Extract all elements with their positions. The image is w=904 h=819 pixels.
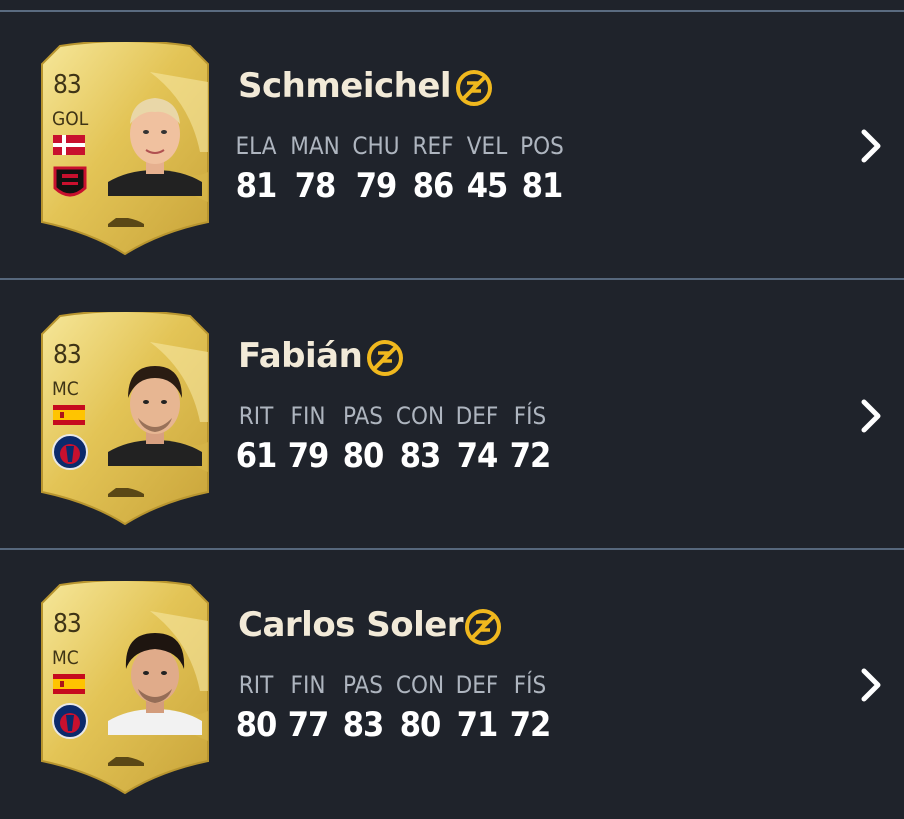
player-photo — [108, 633, 202, 735]
card-position: MC — [52, 378, 79, 400]
stat-label: DEF — [455, 402, 499, 430]
chevron-right-icon[interactable] — [856, 398, 886, 434]
stat-ela: ELA 81 — [228, 132, 284, 206]
stat-value: 83 — [342, 705, 385, 745]
stat-con: CON 83 — [392, 402, 448, 476]
stat-def: DEF 74 — [449, 402, 505, 476]
stat-value: 72 — [509, 705, 552, 745]
psg-crest-icon — [52, 434, 88, 470]
boot-icon — [108, 218, 144, 227]
card-position: MC — [52, 647, 79, 669]
stat-label: POS — [520, 132, 564, 160]
card-rating: 83 — [53, 340, 82, 370]
stat-rit: RIT 80 — [228, 671, 284, 745]
stat-con: CON 80 — [392, 671, 448, 745]
stat-value: 79 — [287, 436, 330, 476]
spain-flag-icon — [53, 405, 85, 425]
stat-value: 79 — [355, 166, 398, 206]
stat-pos: POS 81 — [514, 132, 570, 206]
stat-rit: RIT 61 — [228, 402, 284, 476]
stat-value: 72 — [509, 436, 552, 476]
stat-ref: REF 86 — [405, 132, 461, 206]
player-card: 83 MC — [40, 581, 210, 795]
spain-flag-icon — [53, 674, 85, 694]
player-photo — [108, 98, 202, 196]
stat-vel: VEL 45 — [459, 132, 515, 206]
boot-icon — [108, 757, 144, 766]
stat-label: VEL — [466, 132, 508, 160]
psg-crest-icon — [52, 703, 88, 739]
stat-value: 80 — [342, 436, 385, 476]
stat-label: CON — [395, 402, 445, 430]
stat-value: 71 — [456, 705, 499, 745]
stat-label: RIT — [238, 402, 274, 430]
row-divider — [0, 278, 904, 280]
stat-label: PAS — [343, 402, 383, 430]
stat-fin: FIN 77 — [280, 671, 336, 745]
chemistry-style-icon — [465, 609, 501, 645]
stat-value: 81 — [235, 166, 278, 206]
player-name: Schmeichel — [238, 66, 452, 106]
stat-value: 45 — [466, 166, 509, 206]
row-divider — [0, 548, 904, 550]
chemistry-style-icon — [367, 340, 403, 376]
player-photo — [108, 366, 202, 466]
boot-icon — [108, 488, 144, 497]
stat-value: 74 — [456, 436, 499, 476]
stat-value: 77 — [287, 705, 330, 745]
chemistry-style-icon — [456, 70, 492, 106]
stat-fin: FIN 79 — [280, 402, 336, 476]
ogc-nice-crest-icon — [53, 166, 87, 197]
stat-pas: PAS 83 — [335, 671, 391, 745]
player-row-carlos-soler[interactable]: 83 MC Carlos Soler RIT 80 FIN 77 PAS 83 … — [0, 551, 904, 819]
stat-label: FIN — [290, 402, 326, 430]
stat-value: 80 — [399, 705, 442, 745]
stat-label: REF — [412, 132, 454, 160]
stat-chu: CHU 79 — [348, 132, 404, 206]
player-card: 83 MC — [40, 312, 210, 526]
stat-fis: FÍS 72 — [502, 402, 558, 476]
stat-value: 80 — [235, 705, 278, 745]
stat-label: CON — [395, 671, 445, 699]
stat-label: ELA — [235, 132, 277, 160]
player-row-fabian[interactable]: 83 MC Fabián RIT 61 FIN 79 PAS 80 CON 83… — [0, 282, 904, 550]
chevron-right-icon[interactable] — [856, 128, 886, 164]
card-rating: 83 — [53, 609, 82, 639]
player-row-schmeichel[interactable]: 83 GOL Schmeichel ELA 81 MAN 78 CHU 79 R… — [0, 12, 904, 280]
stat-label: FIN — [290, 671, 326, 699]
player-name: Fabián — [238, 336, 363, 376]
player-name: Carlos Soler — [238, 605, 464, 645]
stat-label: RIT — [238, 671, 274, 699]
stat-label: FÍS — [513, 402, 547, 430]
stat-value: 61 — [235, 436, 278, 476]
stat-label: FÍS — [513, 671, 547, 699]
stat-man: MAN 78 — [287, 132, 343, 206]
card-rating: 83 — [53, 70, 82, 100]
card-position: GOL — [52, 108, 89, 130]
stat-fis: FÍS 72 — [502, 671, 558, 745]
player-card: 83 GOL — [40, 42, 210, 256]
stat-value: 78 — [294, 166, 337, 206]
stat-value: 86 — [412, 166, 455, 206]
stat-value: 83 — [399, 436, 442, 476]
denmark-flag-icon — [53, 135, 85, 155]
stat-label: CHU — [352, 132, 400, 160]
stat-value: 81 — [521, 166, 564, 206]
stat-label: PAS — [343, 671, 383, 699]
stat-label: DEF — [455, 671, 499, 699]
stat-pas: PAS 80 — [335, 402, 391, 476]
stat-def: DEF 71 — [449, 671, 505, 745]
chevron-right-icon[interactable] — [856, 667, 886, 703]
stat-label: MAN — [290, 132, 340, 160]
